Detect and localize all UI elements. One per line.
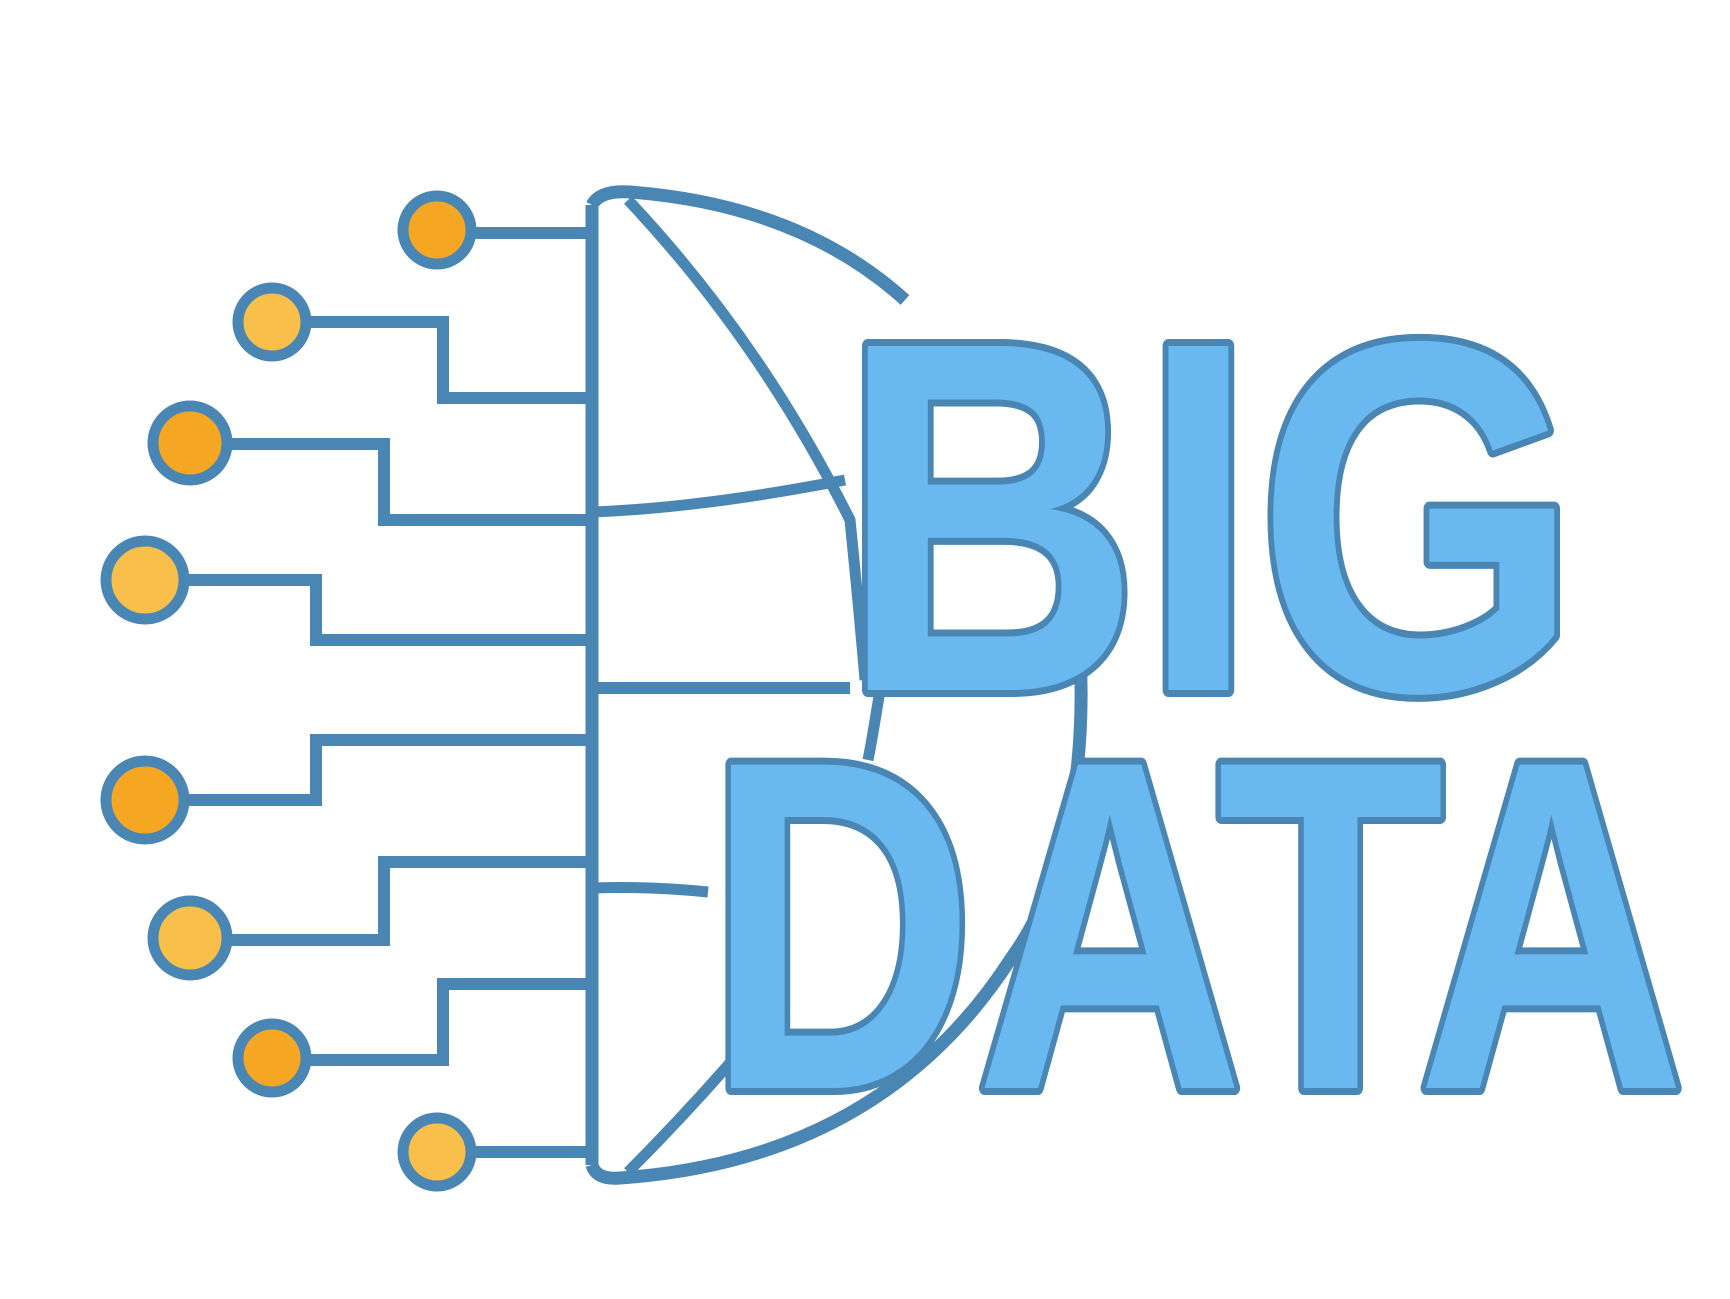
node-5	[100, 755, 190, 845]
circuit-brain-icon: BIG DATA	[100, 185, 1693, 1195]
node-2	[232, 282, 312, 362]
node-6	[147, 895, 233, 981]
node-3	[147, 400, 233, 486]
node-1	[397, 190, 477, 270]
logo-text-data: DATA	[706, 663, 1686, 1188]
node-8	[397, 1112, 477, 1192]
circuit-nodes	[100, 190, 477, 1192]
node-7	[232, 1018, 312, 1098]
circuit-wires	[186, 227, 592, 1158]
big-data-logo: BIG DATA	[0, 0, 1730, 1299]
node-4	[100, 535, 190, 625]
